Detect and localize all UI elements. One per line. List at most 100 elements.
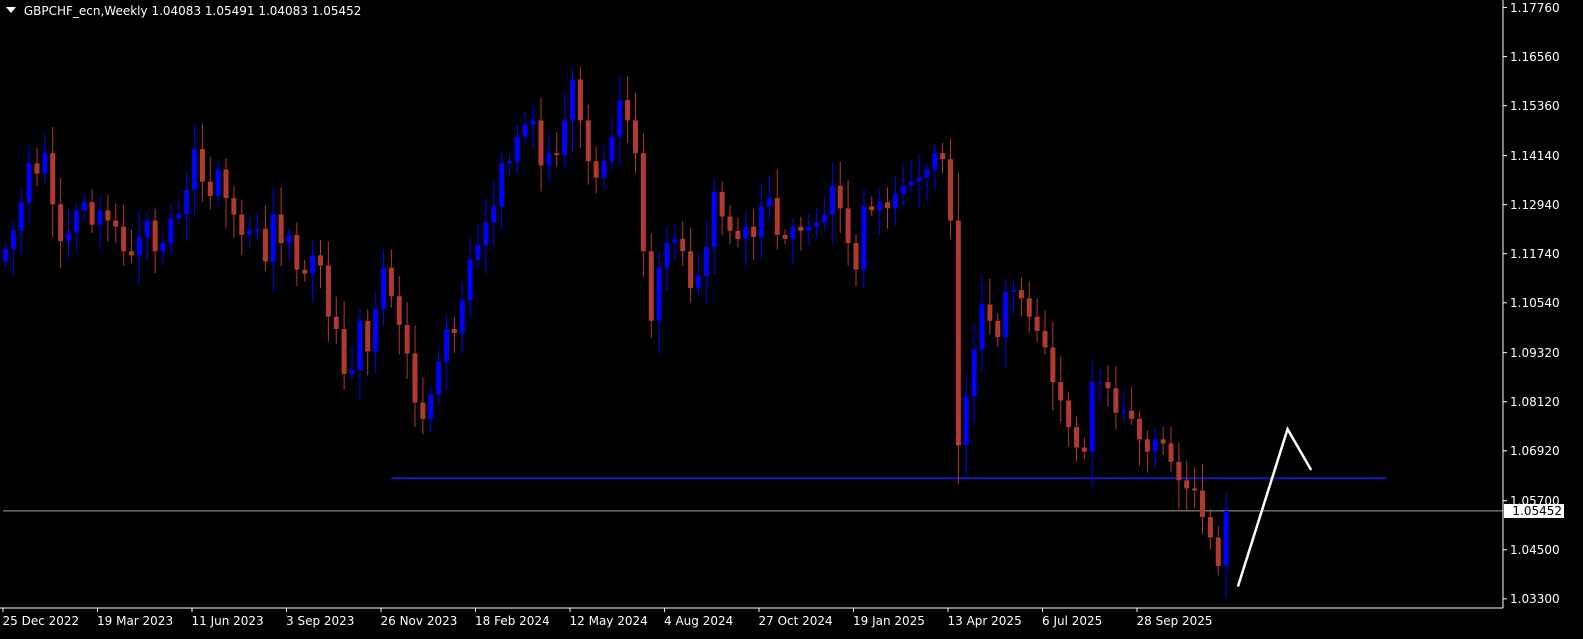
- candle-body: [979, 304, 985, 350]
- candle-body: [491, 206, 497, 223]
- candle-body: [806, 226, 812, 231]
- candle-body: [924, 169, 930, 178]
- candle-body: [66, 232, 71, 242]
- candle-body: [664, 243, 670, 268]
- price-axis[interactable]: 1.05452 1.17760 1.16560 1.15360 1.14140 1.12…: [1504, 0, 1583, 608]
- candle-body: [325, 265, 331, 317]
- candle-body: [42, 153, 48, 174]
- candle-body: [113, 220, 119, 227]
- candle-body: [719, 191, 725, 217]
- candle-body: [349, 369, 355, 374]
- candle-body: [444, 328, 449, 362]
- candle-body: [136, 236, 142, 256]
- candle-body: [1121, 410, 1127, 413]
- candle-body: [34, 163, 40, 174]
- candle-body: [656, 267, 662, 321]
- candle-body: [73, 210, 79, 233]
- candle-body: [554, 153, 560, 156]
- price-tick-label: 1.03300: [1510, 591, 1560, 606]
- time-axis[interactable]: 25 Dec 2022 19 Mar 2023 11 Jun 2023 3 Sep 2…: [0, 610, 1504, 639]
- candle-body: [451, 328, 457, 334]
- candle-body: [3, 249, 8, 262]
- candle-body: [601, 161, 607, 178]
- candle-body: [247, 230, 253, 235]
- candle-body: [404, 324, 410, 354]
- price-tick-label: 1.15360: [1510, 98, 1560, 113]
- candle-body: [680, 238, 686, 252]
- candle-body: [302, 269, 308, 274]
- price-tick-label: 1.11740: [1510, 246, 1560, 261]
- candle-body: [207, 181, 213, 197]
- candle-body: [609, 136, 615, 162]
- candle-body: [278, 214, 284, 244]
- candle-body: [459, 300, 465, 334]
- candle-body: [436, 361, 442, 395]
- time-tick-label: 19 Jan 2025: [853, 614, 925, 628]
- candle-body: [766, 198, 772, 207]
- candle-body: [89, 202, 95, 225]
- candle-body: [507, 161, 512, 164]
- price-tick-label: 1.12940: [1510, 197, 1560, 212]
- candle-body: [948, 159, 953, 221]
- candle-body: [1018, 290, 1024, 299]
- candle-body: [743, 226, 749, 239]
- price-tick-label: 1.04500: [1510, 542, 1560, 557]
- time-tick-label: 11 Jun 2023: [191, 614, 264, 628]
- candle-body: [577, 79, 583, 121]
- candle-body: [97, 210, 103, 225]
- candle-body: [396, 296, 402, 325]
- candle-body: [1192, 488, 1198, 491]
- chart-window[interactable]: GBPCHF_ecn,Weekly 1.04083 1.05491 1.0408…: [0, 0, 1583, 639]
- candle-body: [286, 234, 292, 244]
- ohlc-values: 1.04083 1.05491 1.04083 1.05452: [151, 4, 362, 18]
- candle-body: [514, 136, 520, 162]
- candle-body: [790, 226, 796, 239]
- candle-body: [1105, 382, 1111, 389]
- candle-body: [593, 161, 599, 178]
- candle-body: [129, 251, 134, 256]
- candle-body: [1223, 510, 1229, 567]
- candle-body: [995, 320, 1001, 338]
- time-tick-label: 26 Nov 2023: [380, 614, 458, 628]
- candle-body: [782, 234, 788, 239]
- candle-body: [231, 198, 237, 215]
- candle-body: [223, 169, 229, 199]
- candle-body: [381, 267, 386, 309]
- price-tick-label: 1.16560: [1510, 49, 1560, 64]
- candle-body: [940, 153, 946, 160]
- projection-path: [1236, 426, 1313, 587]
- candle-body: [365, 320, 371, 352]
- price-tick-label: 1.06920: [1510, 443, 1560, 458]
- symbol-header: GBPCHF_ecn,Weekly 1.04083 1.05491 1.0408…: [6, 4, 361, 18]
- dropdown-triangle-icon[interactable]: [6, 7, 16, 13]
- candle-body: [121, 226, 127, 252]
- candle-body: [1215, 537, 1221, 567]
- candle-body: [1003, 292, 1009, 338]
- candle-body: [373, 308, 379, 352]
- candle-body: [199, 149, 205, 182]
- symbol-timeframe: GBPCHF_ecn,Weekly: [23, 4, 148, 18]
- candle-body: [1113, 388, 1119, 413]
- candle-body: [192, 149, 197, 190]
- candle-body: [467, 259, 473, 301]
- candle-body: [900, 185, 906, 195]
- candle-body: [1129, 410, 1135, 419]
- candle-body: [711, 191, 717, 248]
- candle-body: [672, 238, 678, 244]
- candle-body: [10, 230, 16, 250]
- price-chart[interactable]: [0, 0, 1583, 639]
- candle-body: [688, 251, 694, 289]
- candle-body: [759, 206, 764, 237]
- candle-body: [845, 208, 851, 244]
- candle-body: [144, 220, 150, 237]
- candle-body: [239, 214, 245, 235]
- candle-body: [861, 206, 867, 270]
- price-tick-label: 1.05700: [1510, 493, 1560, 508]
- candle-body: [570, 79, 575, 121]
- candle-body: [215, 169, 221, 197]
- price-tick-label: 1.09320: [1510, 345, 1560, 360]
- candle-body: [18, 202, 24, 231]
- candle-body: [1089, 382, 1095, 452]
- candle-body: [798, 226, 804, 231]
- candle-body: [1066, 400, 1072, 428]
